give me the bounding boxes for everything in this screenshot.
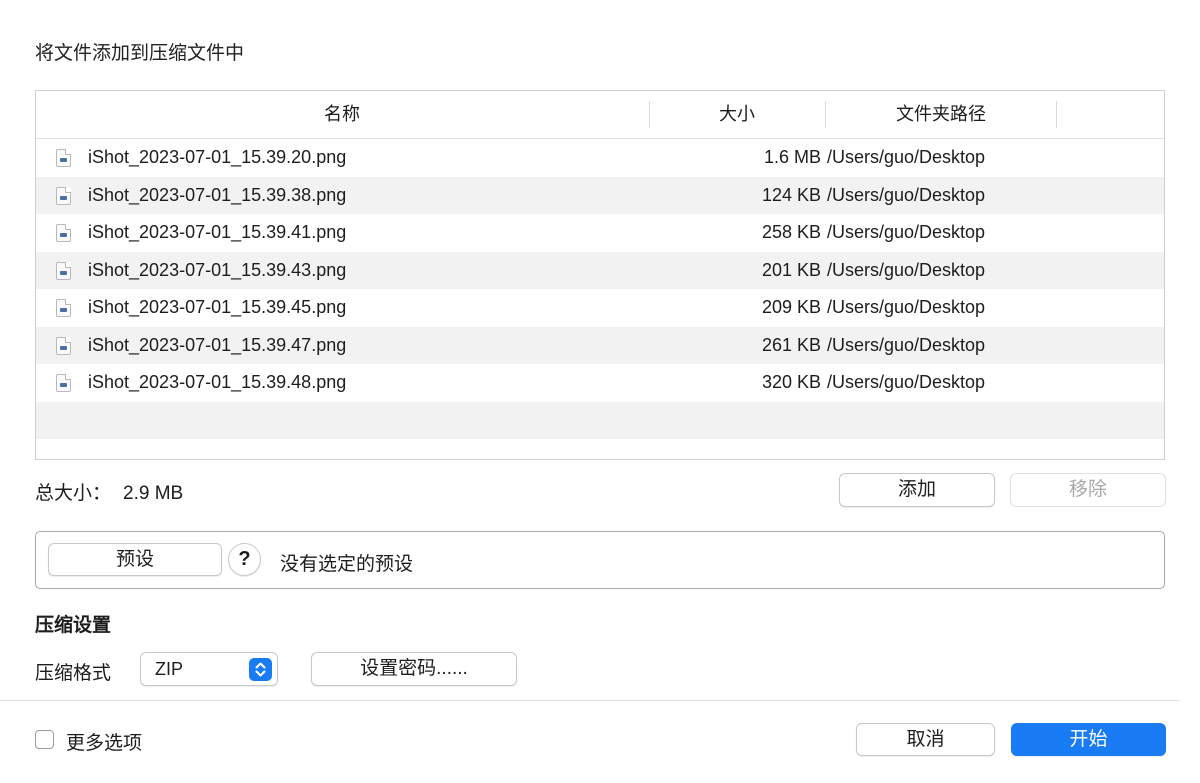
empty-row <box>36 401 1164 439</box>
more-options-label[interactable]: 更多选项 <box>66 728 142 755</box>
file-path: /Users/guo/Desktop <box>827 147 986 167</box>
compression-format-select[interactable]: ZIP <box>140 652 278 686</box>
file-size: 1.6 MB <box>763 147 821 167</box>
table-row[interactable]: iShot_2023-07-01_15.39.43.png 201 KB /Us… <box>36 251 1164 289</box>
column-header-size[interactable]: 大小 <box>650 91 824 138</box>
file-table[interactable]: 名称 大小 文件夹路径 iShot_2023-07-01_15.39.20.pn… <box>35 90 1165 460</box>
table-row[interactable]: iShot_2023-07-01_15.39.41.png 258 KB /Us… <box>36 214 1164 252</box>
divider <box>0 700 1180 701</box>
table-row[interactable]: iShot_2023-07-01_15.39.48.png 320 KB /Us… <box>36 364 1164 402</box>
file-path: /Users/guo/Desktop <box>827 259 986 280</box>
table-header: 名称 大小 文件夹路径 <box>36 91 1164 139</box>
file-name: iShot_2023-07-01_15.39.38.png <box>88 184 347 205</box>
compression-settings-title: 压缩设置 <box>35 615 112 636</box>
total-size-value: 2.9 MB <box>123 483 184 504</box>
table-row[interactable]: iShot_2023-07-01_15.39.45.png 209 KB /Us… <box>36 289 1164 327</box>
column-separator <box>1056 101 1057 128</box>
more-options-checkbox[interactable] <box>35 730 54 749</box>
column-header-name[interactable]: 名称 <box>36 91 648 138</box>
file-size: 258 KB <box>761 222 821 242</box>
add-button[interactable]: 添加 <box>839 473 995 507</box>
column-header-path[interactable]: 文件夹路径 <box>826 91 1056 138</box>
table-row[interactable]: iShot_2023-07-01_15.39.38.png 124 KB /Us… <box>36 176 1164 214</box>
png-file-icon <box>56 186 71 205</box>
cancel-button[interactable]: 取消 <box>856 723 995 756</box>
file-size: 201 KB <box>761 259 821 280</box>
compression-format-value: ZIP <box>155 659 184 679</box>
png-file-icon <box>56 261 71 280</box>
file-name: iShot_2023-07-01_15.39.47.png <box>88 334 347 355</box>
preset-button[interactable]: 预设 <box>48 543 222 576</box>
file-size: 209 KB <box>761 297 821 317</box>
file-path: /Users/guo/Desktop <box>827 334 986 355</box>
table-row[interactable]: iShot_2023-07-01_15.39.47.png 261 KB /Us… <box>36 326 1164 364</box>
file-size: 124 KB <box>761 184 821 205</box>
file-path: /Users/guo/Desktop <box>827 372 986 392</box>
compression-format-label: 压缩格式 <box>35 663 112 684</box>
remove-button[interactable]: 移除 <box>1010 473 1166 507</box>
file-path: /Users/guo/Desktop <box>827 184 986 205</box>
file-path: /Users/guo/Desktop <box>827 222 986 242</box>
file-name: iShot_2023-07-01_15.39.20.png <box>88 147 347 167</box>
total-size: 总大小： 2.9 MB <box>35 478 183 505</box>
file-path: /Users/guo/Desktop <box>827 297 986 317</box>
png-file-icon <box>56 374 71 392</box>
file-name: iShot_2023-07-01_15.39.48.png <box>88 372 347 392</box>
file-size: 320 KB <box>761 372 821 392</box>
set-password-button[interactable]: 设置密码...... <box>311 652 517 686</box>
png-file-icon <box>56 224 71 242</box>
start-button[interactable]: 开始 <box>1011 723 1166 756</box>
file-size: 261 KB <box>761 334 821 355</box>
file-name: iShot_2023-07-01_15.39.41.png <box>88 222 347 242</box>
question-mark-icon[interactable]: ? <box>228 543 261 576</box>
file-name: iShot_2023-07-01_15.39.45.png <box>88 297 347 317</box>
dialog-title: 将文件添加到压缩文件中 <box>35 43 245 64</box>
file-name: iShot_2023-07-01_15.39.43.png <box>88 259 347 280</box>
total-size-label: 总大小： <box>35 483 112 504</box>
png-file-icon <box>56 299 71 317</box>
up-down-chevron-icon <box>249 658 272 681</box>
png-file-icon <box>56 336 71 355</box>
png-file-icon <box>56 149 71 167</box>
preset-status: 没有选定的预设 <box>280 554 414 575</box>
table-row[interactable]: iShot_2023-07-01_15.39.20.png 1.6 MB /Us… <box>36 139 1164 177</box>
